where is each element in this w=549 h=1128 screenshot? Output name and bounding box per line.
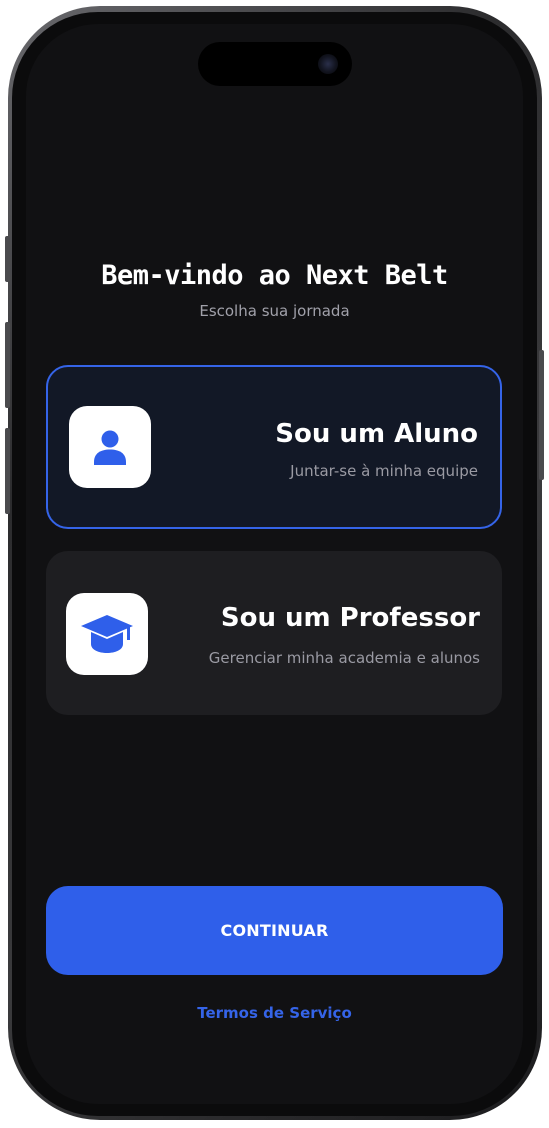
continue-button[interactable]: CONTINUAR [46, 886, 503, 975]
app-screen: Bem-vindo ao Next Belt Escolha sua jorna… [26, 24, 523, 1104]
teacher-option-card[interactable]: Sou um Professor Gerenciar minha academi… [46, 551, 502, 715]
student-option-subtitle: Juntar-se à minha equipe [290, 462, 478, 480]
graduation-cap-icon [81, 615, 133, 653]
dynamic-island [198, 42, 352, 86]
teacher-icon-tile [66, 593, 148, 675]
teacher-option-title: Sou um Professor [220, 603, 480, 633]
student-option-title: Sou um Aluno [275, 419, 478, 449]
teacher-option-subtitle: Gerenciar minha academia e alunos [208, 649, 480, 667]
student-option-card[interactable]: Sou um Aluno Juntar-se à minha equipe [46, 365, 502, 529]
terms-of-service-link[interactable]: Termos de Serviço [26, 1004, 523, 1022]
volume-up-button [5, 322, 10, 408]
action-button [5, 236, 10, 282]
person-icon [94, 430, 126, 465]
volume-down-button [5, 428, 10, 514]
page-subtitle: Escolha sua jornada [199, 302, 350, 320]
power-button [539, 350, 544, 480]
page-title: Bem-vindo ao Next Belt [101, 260, 448, 291]
student-icon-tile [69, 406, 151, 488]
front-camera-icon [318, 54, 338, 74]
